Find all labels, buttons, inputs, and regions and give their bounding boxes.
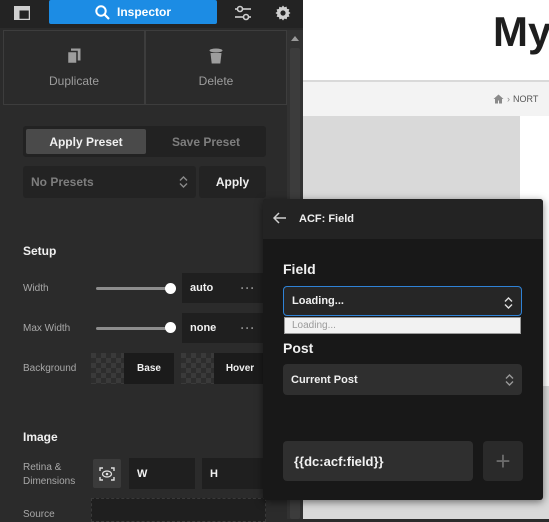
width-value[interactable]: auto bbox=[182, 273, 231, 303]
layout-icon[interactable] bbox=[0, 0, 44, 26]
scroll-up-icon[interactable] bbox=[291, 36, 299, 41]
retina-label: Retina & Dimensions bbox=[23, 462, 76, 487]
breadcrumb: › NORT bbox=[493, 94, 538, 104]
field-select-value: Loading... bbox=[292, 295, 344, 307]
search-icon bbox=[95, 4, 110, 20]
image-width-input[interactable]: W bbox=[129, 458, 195, 489]
duplicate-icon bbox=[67, 48, 81, 64]
trash-icon bbox=[209, 48, 223, 63]
max-width-slider[interactable] bbox=[96, 327, 170, 330]
width-label: Width bbox=[23, 283, 49, 294]
field-label: Field bbox=[283, 261, 316, 277]
hover-color-button[interactable]: Hover bbox=[214, 353, 266, 384]
image-title: Image bbox=[23, 430, 58, 444]
preview-heading: My bbox=[493, 8, 549, 55]
tab-save-preset[interactable]: Save Preset bbox=[146, 129, 266, 154]
image-height-input[interactable]: H bbox=[202, 458, 266, 489]
chevron-updown-icon bbox=[505, 374, 514, 386]
max-width-value[interactable]: none bbox=[182, 313, 231, 343]
chevron-updown-icon bbox=[179, 176, 188, 188]
hover-color-swatch[interactable] bbox=[181, 353, 214, 384]
width-slider[interactable] bbox=[96, 287, 170, 290]
max-width-slider-knob[interactable] bbox=[165, 322, 176, 333]
breadcrumb-item[interactable]: NORT bbox=[513, 94, 538, 104]
dynamic-tag-input[interactable]: {{dc:acf:field}} bbox=[283, 441, 473, 481]
post-label: Post bbox=[283, 340, 314, 356]
chevron-updown-icon bbox=[504, 297, 513, 309]
background-label: Background bbox=[23, 363, 77, 374]
sliders-icon[interactable] bbox=[221, 0, 265, 26]
popup-title: ACF: Field bbox=[299, 213, 354, 225]
field-dropdown-option[interactable]: Loading... bbox=[284, 317, 521, 334]
duplicate-button[interactable]: Duplicate bbox=[3, 30, 145, 105]
inspector-label: Inspector bbox=[116, 5, 171, 19]
base-color-swatch[interactable] bbox=[91, 353, 124, 384]
base-color-button[interactable]: Base bbox=[124, 353, 174, 384]
post-select-value: Current Post bbox=[291, 373, 358, 386]
setup-title: Setup bbox=[23, 244, 57, 258]
post-select[interactable]: Current Post bbox=[283, 364, 522, 395]
tab-apply-preset[interactable]: Apply Preset bbox=[26, 129, 146, 154]
apply-preset-button[interactable]: Apply bbox=[199, 166, 266, 198]
gear-icon[interactable] bbox=[261, 0, 305, 26]
width-slider-knob[interactable] bbox=[165, 283, 176, 294]
inspector-button[interactable]: Inspector bbox=[49, 0, 217, 24]
preset-select[interactable]: No Presets bbox=[23, 166, 196, 198]
retina-icon[interactable] bbox=[93, 459, 121, 488]
duplicate-label: Duplicate bbox=[48, 73, 100, 88]
field-select[interactable]: Loading... bbox=[283, 286, 522, 316]
ellipsis-icon[interactable]: ··· bbox=[231, 273, 265, 303]
ellipsis-icon[interactable]: ··· bbox=[231, 313, 265, 343]
source-label: Source bbox=[23, 509, 55, 520]
max-width-label: Max Width bbox=[23, 323, 71, 334]
home-icon bbox=[493, 94, 504, 104]
back-arrow-icon[interactable] bbox=[273, 212, 287, 224]
image-source-dropzone[interactable] bbox=[91, 498, 266, 522]
plus-icon[interactable]: + bbox=[483, 441, 523, 481]
preset-select-value: No Presets bbox=[31, 175, 94, 189]
delete-label: Delete bbox=[198, 73, 234, 88]
delete-button[interactable]: Delete bbox=[145, 30, 287, 105]
